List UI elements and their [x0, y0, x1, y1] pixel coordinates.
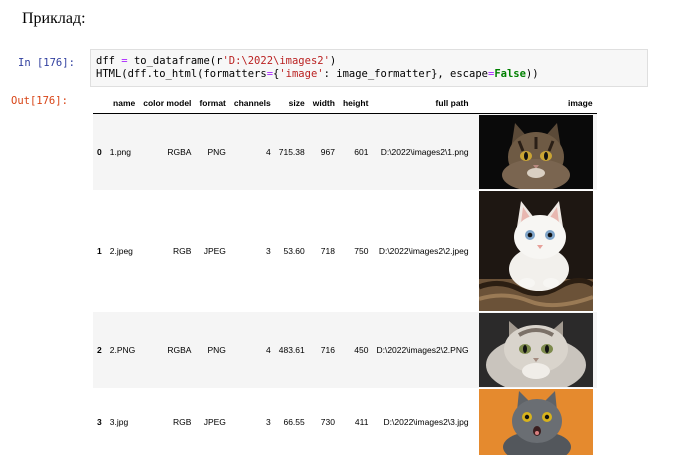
- table-header-row: name color model format channels size wi…: [93, 93, 597, 114]
- cell-image: [472, 312, 597, 388]
- header-width: width: [308, 93, 339, 114]
- code-string: 'D:\2022\images2': [222, 55, 330, 67]
- table-row: 0 1.png RGBA PNG 4 715.38 967 601 D:\202…: [93, 113, 597, 190]
- header-format: format: [195, 93, 230, 114]
- cell-channels: 3: [266, 246, 271, 256]
- cell-format: JPEG: [203, 246, 226, 256]
- code-token: ): [329, 55, 337, 67]
- cell-width: 967: [308, 113, 339, 190]
- header-index: [93, 93, 106, 114]
- code-cell[interactable]: dff = to_dataframe(r'D:\2022\images2') H…: [90, 49, 648, 87]
- cell-name: 2.PNG: [105, 312, 140, 388]
- header-color-model: color model: [139, 93, 196, 114]
- table-row: 2 2.PNG RGBA PNG 4 483.61 716 450 D:\202…: [93, 312, 597, 388]
- code-editor[interactable]: dff = to_dataframe(r'D:\2022\images2') H…: [96, 55, 539, 81]
- cell-name: 2.jpeg: [109, 246, 133, 256]
- code-token: )): [525, 68, 539, 80]
- cell-color-model: RGBA: [139, 113, 196, 190]
- row-index: 2: [93, 312, 106, 388]
- cell-image: [473, 388, 597, 456]
- white-kitten-photo: [478, 191, 593, 311]
- header-size: size: [274, 93, 309, 114]
- cell-full-path: D:\2022\images2\3.jpg: [383, 417, 469, 427]
- fluffy-cat-photo: [478, 313, 593, 387]
- table-row: 1 2.jpeg RGB JPEG 3 53.60 718 750 D:\202…: [93, 190, 597, 312]
- cell-image: [472, 113, 597, 190]
- header-height: height: [338, 93, 373, 114]
- cell-format: PNG: [195, 113, 230, 190]
- tabby-kitten-photo: [478, 115, 593, 189]
- cell-full-path: D:\2022\images2\2.jpeg: [378, 246, 469, 256]
- code-token: dff: [96, 55, 122, 67]
- cell-color-model: RGB: [173, 417, 192, 427]
- section-heading: Приклад:: [22, 10, 86, 27]
- cell-height: 450: [338, 312, 373, 388]
- table-row: 3 3.jpg RGB JPEG 3 66.55 730 411 D:\2022…: [93, 388, 597, 456]
- cell-width: 718: [320, 246, 335, 256]
- code-token: HTML(dff.to_html(formatters: [96, 68, 267, 80]
- cell-full-path: D:\2022\images2\1.png: [372, 113, 473, 190]
- cell-format: JPEG: [203, 417, 226, 427]
- row-index: 1: [97, 246, 102, 256]
- cell-format: PNG: [195, 312, 230, 388]
- cell-color-model: RGBA: [139, 312, 196, 388]
- cell-height: 411: [354, 417, 369, 427]
- cell-size: 66.55: [283, 417, 305, 427]
- gray-cat-orange-bg-photo: [478, 389, 593, 455]
- cell-size: 715.38: [274, 113, 309, 190]
- code-line-1: dff = to_dataframe(r'D:\2022\images2'): [96, 55, 336, 67]
- input-prompt: In [176]:: [18, 57, 75, 69]
- cell-color-model: RGB: [173, 246, 192, 256]
- code-token: to_dataframe(r: [127, 55, 223, 67]
- cell-channels: 4: [229, 113, 275, 190]
- cell-name: 3.jpg: [109, 417, 129, 427]
- cell-channels: 4: [229, 312, 275, 388]
- header-image: image: [472, 93, 597, 114]
- code-string: 'image': [279, 68, 324, 80]
- cell-width: 730: [320, 417, 335, 427]
- header-name: name: [105, 93, 140, 114]
- row-index: 0: [93, 113, 106, 190]
- cell-full-path: D:\2022\images2\2.PNG: [372, 312, 473, 388]
- cell-height: 601: [338, 113, 373, 190]
- row-index: 3: [97, 417, 102, 427]
- cell-name: 1.png: [105, 113, 140, 190]
- cell-channels: 3: [266, 417, 271, 427]
- cell-width: 716: [308, 312, 339, 388]
- cell-image: [473, 190, 597, 312]
- dataframe-table: name color model format channels size wi…: [93, 93, 597, 456]
- output-prompt: Out[176]:: [11, 95, 68, 107]
- cell-height: 750: [354, 246, 369, 256]
- code-token: : image_formatter}, escape: [323, 68, 488, 80]
- cell-size: 483.61: [274, 312, 309, 388]
- code-line-2: HTML(dff.to_html(formatters={'image': im…: [96, 68, 539, 80]
- code-keyword: False: [494, 68, 526, 80]
- header-channels: channels: [229, 93, 275, 114]
- cell-size: 53.60: [283, 246, 305, 256]
- header-full-path: full path: [372, 93, 473, 114]
